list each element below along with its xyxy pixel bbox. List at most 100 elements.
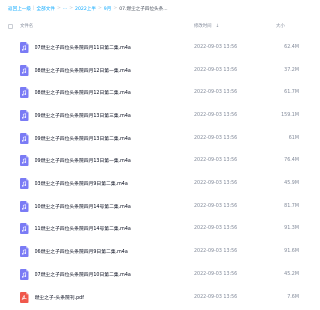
modified-time-cell: 2022-09-03 13:56 (194, 113, 276, 118)
sort-arrow-down-icon[interactable]: ↓ (216, 24, 220, 29)
audio-file-icon (20, 64, 29, 76)
modified-time-cell: 2022-09-03 13:56 (194, 249, 276, 254)
file-row[interactable]: 09燃尘之子四位头条院四月13日第二集.m4a 2022-09-03 13:56 6… (8, 127, 307, 150)
file-name[interactable]: 03燃尘之子四位头条院四月9日第二集.m4a (35, 180, 128, 187)
file-row[interactable]: 07燃尘之子四位头条院四月10日第二集.m4a 2022-09-03 13:56 4… (8, 263, 307, 286)
file-name-cell: 09燃尘之子四位头条院四月13日第二集.m4a (20, 132, 194, 144)
audio-file-icon (20, 155, 29, 167)
modified-time: 2022-09-03 13:56 (194, 226, 238, 232)
modified-time-cell: 2022-09-03 13:56 (194, 158, 276, 163)
file-name-cell: 08燃尘之子四位头条院四月12日第一集.m4a (20, 64, 194, 76)
audio-file-icon (20, 246, 29, 258)
modified-time-cell: 2022-09-03 13:56 (194, 90, 276, 95)
file-size-cell: 45.9M (276, 181, 307, 186)
file-size-cell: 61M (276, 136, 307, 141)
file-size: 45.2M (284, 271, 299, 277)
file-name[interactable]: 09燃尘之子四位头条院四月13日第二集.m4a (35, 135, 131, 142)
audio-file-icon (20, 178, 29, 190)
file-size: 81.7M (284, 203, 299, 209)
file-name[interactable]: 08燃尘之子四位头条院四月12日第二集.m4a (35, 89, 131, 96)
breadcrumb-separator: > (97, 6, 102, 11)
file-row[interactable]: 06燃尘之子四位头条院四月9日第二集.m4a 2022-09-03 13:56 91… (8, 240, 307, 263)
size-column-header[interactable]: 大小 (276, 23, 307, 29)
file-name-cell: 03燃尘之子四位头条院四月9日第二集.m4a (20, 178, 194, 190)
select-all-cell (8, 23, 20, 29)
file-row[interactable]: 08燃尘之子四位头条院四月12日第一集.m4a 2022-09-03 13:56 3… (8, 59, 307, 82)
audio-file-icon (20, 109, 29, 121)
modified-time: 2022-09-03 13:56 (194, 294, 238, 300)
pdf-file-icon (20, 291, 29, 303)
audio-file-icon (20, 132, 29, 144)
file-size: 61.7M (284, 90, 299, 96)
breadcrumb-separator: | (32, 6, 35, 11)
breadcrumb-separator: > (69, 6, 74, 11)
audio-file-icon (20, 268, 29, 280)
breadcrumb-folder-link[interactable]: 9月 (104, 6, 112, 12)
modified-time: 2022-09-03 13:56 (194, 112, 238, 118)
file-name[interactable]: 09燃尘之子四位头条院四月13日第三集.m4a (35, 112, 131, 119)
file-name-cell: 06燃尘之子四位头条院四月9日第二集.m4a (20, 246, 194, 258)
file-name[interactable]: 11燃尘之子四位头条院四月14号第二集.m4a (35, 225, 131, 232)
name-column-header[interactable]: 文件名 (20, 23, 194, 29)
modified-time-cell: 2022-09-03 13:56 (194, 136, 276, 141)
modified-time: 2022-09-03 13:56 (194, 271, 238, 277)
file-row[interactable]: 10燃尘之子四位头条院四月14号第二集.m4a 2022-09-03 13:56 8… (8, 195, 307, 218)
file-row[interactable]: 11燃尘之子四位头条院四月14号第二集.m4a 2022-09-03 13:56 9… (8, 218, 307, 241)
file-name[interactable]: 07燃尘之子四位头条院四月11日第二集.m4a (35, 44, 131, 51)
file-row[interactable]: 燃尘之子-头条院刊.pdf 2022-09-03 13:56 7.6M (8, 286, 307, 309)
breadcrumb-all-files-link[interactable]: 全部文件 (37, 6, 55, 12)
breadcrumb-ellipsis-link[interactable]: ... (63, 6, 67, 11)
file-size-cell: 37.2M (276, 68, 307, 73)
file-size-cell: 62.4M (276, 45, 307, 50)
breadcrumb-folder-link[interactable]: 2022上半 (75, 6, 96, 12)
modified-time-cell: 2022-09-03 13:56 (194, 295, 276, 300)
modified-time-cell: 2022-09-03 13:56 (194, 226, 276, 231)
audio-file-icon (20, 223, 29, 235)
modified-time: 2022-09-03 13:56 (194, 90, 238, 96)
file-size: 91.6M (284, 249, 299, 255)
file-size: 37.2M (284, 67, 299, 73)
file-size-cell: 76.4M (276, 158, 307, 163)
file-size-cell: 81.7M (276, 204, 307, 209)
file-size-cell: 91.6M (276, 249, 307, 254)
modified-time-cell: 2022-09-03 13:56 (194, 204, 276, 209)
modified-time-cell: 2022-09-03 13:56 (194, 181, 276, 186)
modified-time-cell: 2022-09-03 13:56 (194, 45, 276, 50)
file-name[interactable]: 06燃尘之子四位头条院四月9日第二集.m4a (35, 248, 128, 255)
file-name-cell: 09燃尘之子四位头条院四月13日第三集.m4a (20, 109, 194, 121)
file-row[interactable]: 03燃尘之子四位头条院四月9日第二集.m4a 2022-09-03 13:56 45… (8, 172, 307, 195)
file-row[interactable]: 08燃尘之子四位头条院四月12日第二集.m4a 2022-09-03 13:56 6… (8, 81, 307, 104)
file-name-cell: 燃尘之子-头条院刊.pdf (20, 291, 194, 303)
modified-time: 2022-09-03 13:56 (194, 44, 238, 50)
time-column-header[interactable]: 修改时间 ↓ (194, 23, 276, 30)
file-name[interactable]: 07燃尘之子四位头条院四月10日第二集.m4a (35, 271, 131, 278)
modified-time: 2022-09-03 13:56 (194, 67, 238, 73)
file-size-cell: 61.7M (276, 90, 307, 95)
file-size: 159.1M (281, 112, 299, 118)
file-name[interactable]: 燃尘之子-头条院刊.pdf (35, 294, 84, 301)
file-size-cell: 159.1M (276, 113, 307, 118)
file-size-cell: 45.2M (276, 272, 307, 277)
modified-time: 2022-09-03 13:56 (194, 203, 238, 209)
select-all-checkbox[interactable] (8, 23, 13, 29)
file-row[interactable]: 07燃尘之子四位头条院四月11日第二集.m4a 2022-09-03 13:56 6… (8, 36, 307, 59)
modified-time: 2022-09-03 13:56 (194, 158, 238, 164)
file-row[interactable]: 09燃尘之子四位头条院四月13日第一集.m4a 2022-09-03 13:56 7… (8, 150, 307, 173)
file-size-cell: 7.6M (276, 295, 307, 300)
audio-file-icon (20, 87, 29, 99)
file-name[interactable]: 09燃尘之子四位头条院四月13日第一集.m4a (35, 157, 131, 164)
modified-time: 2022-09-03 13:56 (194, 249, 238, 255)
file-size: 62.4M (284, 44, 299, 50)
file-name-cell: 11燃尘之子四位头条院四月14号第二集.m4a (20, 223, 194, 235)
file-name-cell: 07燃尘之子四位头条院四月10日第二集.m4a (20, 268, 194, 280)
file-name-cell: 07燃尘之子四位头条院四月11日第二集.m4a (20, 41, 194, 53)
modified-time-cell: 2022-09-03 13:56 (194, 272, 276, 277)
file-name[interactable]: 10燃尘之子四位头条院四月14号第二集.m4a (35, 203, 131, 210)
file-size: 61M (288, 135, 299, 141)
modified-time-cell: 2022-09-03 13:56 (194, 68, 276, 73)
breadcrumb-back-link[interactable]: 返回上一级 (8, 6, 31, 12)
file-name[interactable]: 08燃尘之子四位头条院四月12日第一集.m4a (35, 67, 131, 74)
modified-time: 2022-09-03 13:56 (194, 135, 238, 141)
file-name-cell: 10燃尘之子四位头条院四月14号第二集.m4a (20, 200, 194, 212)
file-row[interactable]: 09燃尘之子四位头条院四月13日第三集.m4a 2022-09-03 13:56 1… (8, 104, 307, 127)
